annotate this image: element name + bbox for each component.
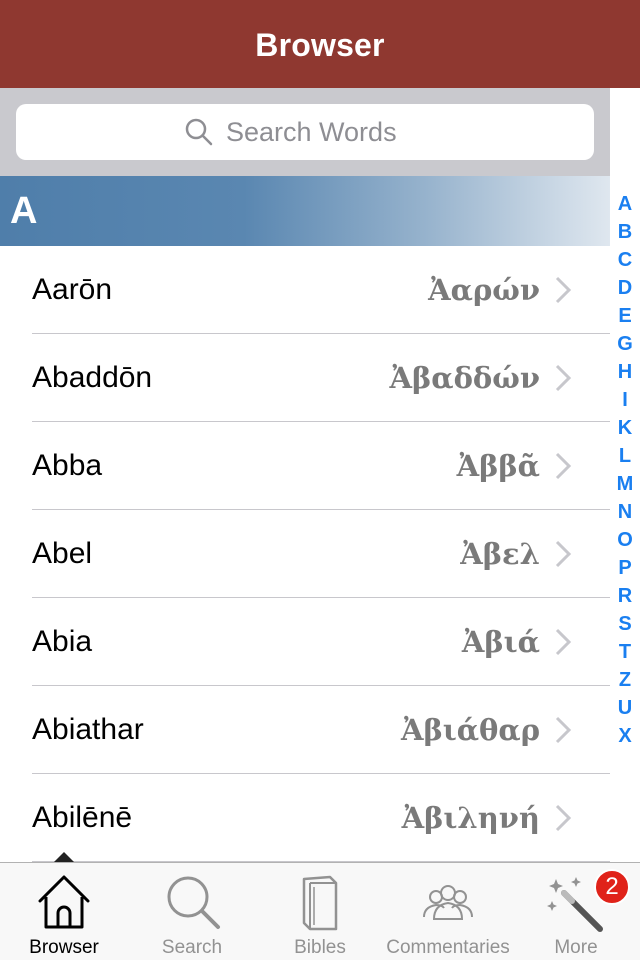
english-word: Abiathar [32, 713, 144, 746]
index-letter[interactable]: X [610, 722, 640, 750]
active-tab-indicator [54, 852, 74, 862]
chevron-right-icon [554, 538, 582, 570]
search-field[interactable] [16, 104, 594, 160]
index-letter[interactable]: S [610, 610, 640, 638]
tab-commentaries[interactable]: Commentaries [384, 863, 512, 960]
home-icon [38, 875, 90, 929]
tab-browser[interactable]: Browser [0, 863, 128, 960]
index-letter[interactable]: D [610, 274, 640, 302]
index-letter[interactable]: N [610, 498, 640, 526]
search-input[interactable] [226, 116, 426, 148]
section-index[interactable]: A B C D E G H I K L M N O P R S T Z U X [610, 190, 640, 750]
index-letter[interactable]: O [610, 526, 640, 554]
tab-label: Browser [29, 937, 99, 958]
tab-label: Bibles [294, 937, 346, 958]
index-letter[interactable]: B [610, 218, 640, 246]
books-icon [302, 875, 338, 931]
index-letter[interactable]: Z [610, 666, 640, 694]
greek-word: Ἀβιά [461, 625, 540, 659]
index-letter[interactable]: H [610, 358, 640, 386]
search-bar-container [0, 88, 610, 176]
greek-word: Ἀββᾶ [456, 449, 540, 483]
english-word: Abilēnē [32, 801, 133, 834]
index-letter[interactable]: P [610, 554, 640, 582]
tab-label: Search [161, 937, 223, 958]
chevron-right-icon [554, 626, 582, 658]
navigation-bar: Browser [0, 0, 640, 88]
word-list: Aarōn Ἀαρών Abaddōn Ἀβαδδών Abba Ἀββᾶ Ab… [0, 246, 610, 862]
chevron-right-icon [554, 362, 582, 394]
greek-word: Ἀαρών [428, 273, 540, 307]
english-word: Abel [32, 537, 93, 570]
greek-word: Ἀβιάθαρ [400, 713, 540, 747]
tab-search[interactable]: Search [128, 863, 256, 960]
chevron-right-icon [554, 714, 582, 746]
index-letter[interactable]: G [610, 330, 640, 358]
section-letter: A [10, 189, 38, 232]
chevron-right-icon [554, 802, 582, 834]
english-word: Abba [32, 449, 103, 482]
tab-bar: Browser Search Bibles Commentaries More … [0, 862, 640, 960]
tab-more[interactable]: More 2 [512, 863, 640, 960]
tab-label: More [554, 937, 598, 958]
index-letter[interactable]: T [610, 638, 640, 666]
index-letter[interactable]: A [610, 190, 640, 218]
people-icon [423, 885, 473, 920]
list-item[interactable]: Aarōn Ἀαρών [0, 246, 610, 334]
index-letter[interactable]: U [610, 694, 640, 722]
index-letter[interactable]: C [610, 246, 640, 274]
chevron-right-icon [554, 450, 582, 482]
search-icon [184, 117, 214, 147]
greek-word: Ἀβαδδών [389, 361, 541, 395]
list-item[interactable]: Abel Ἀβελ [0, 510, 610, 598]
page-title: Browser [255, 26, 385, 63]
index-letter[interactable]: R [610, 582, 640, 610]
tab-bibles[interactable]: Bibles [256, 863, 384, 960]
magnifier-icon [167, 876, 220, 929]
index-letter[interactable]: K [610, 414, 640, 442]
greek-word: Ἀβιληνή [401, 801, 540, 835]
list-item[interactable]: Abaddōn Ἀβαδδών [0, 334, 610, 422]
list-item[interactable]: Abia Ἀβιά [0, 598, 610, 686]
tab-label: Commentaries [386, 937, 510, 958]
greek-word: Ἀβελ [460, 537, 540, 571]
english-word: Aarōn [32, 273, 113, 306]
english-word: Abia [32, 625, 93, 658]
index-letter[interactable]: E [610, 302, 640, 330]
index-letter[interactable]: M [610, 470, 640, 498]
list-item[interactable]: Abba Ἀββᾶ [0, 422, 610, 510]
index-letter[interactable]: I [610, 386, 640, 414]
index-letter[interactable]: L [610, 442, 640, 470]
chevron-right-icon [554, 274, 582, 306]
list-item[interactable]: Abilēnē Ἀβιληνή [0, 774, 610, 862]
list-item[interactable]: Abiathar Ἀβιάθαρ [0, 686, 610, 774]
notification-badge: 2 [594, 869, 630, 905]
section-header: A [0, 176, 610, 246]
english-word: Abaddōn [32, 361, 153, 394]
